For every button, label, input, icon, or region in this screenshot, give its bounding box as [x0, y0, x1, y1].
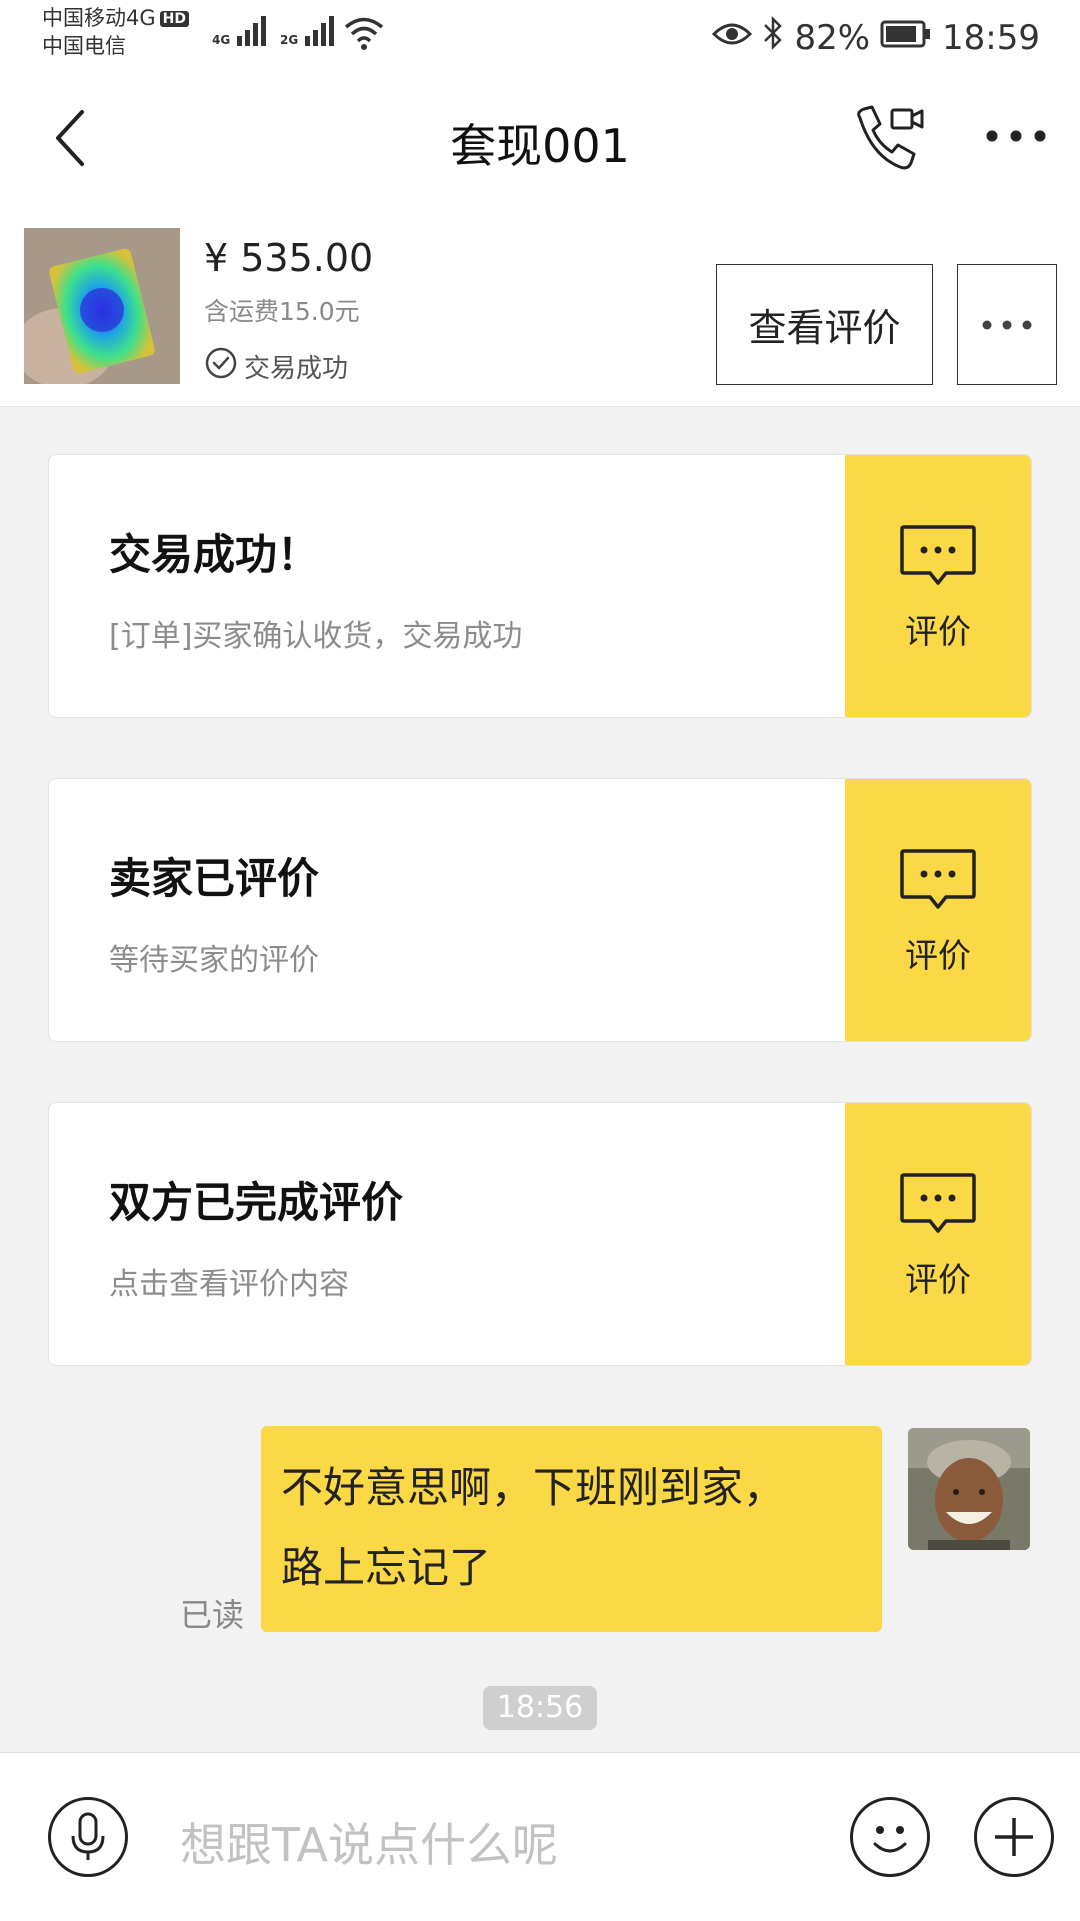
review-action-label: 评价 [905, 936, 971, 975]
chat-bubble-icon [898, 1171, 978, 1241]
card-title: 交易成功！ [109, 530, 320, 579]
review-action-label: 评价 [905, 612, 971, 651]
clock: 18:59 [942, 17, 1040, 58]
product-price: ¥ 535.00 [204, 236, 374, 280]
product-thumbnail[interactable] [24, 228, 180, 384]
eye-icon [712, 18, 753, 58]
wifi-icon [344, 16, 384, 54]
chat-header: 套现001 [0, 80, 1080, 200]
carrier-secondary: 中国电信 [42, 34, 126, 58]
microphone-icon [71, 1812, 105, 1860]
hd-badge: HD [159, 11, 189, 27]
bluetooth-icon [762, 15, 784, 59]
input-bar: 想跟TA说点什么呢 [0, 1752, 1080, 1921]
review-action-button[interactable]: 评价 [845, 455, 1031, 717]
message-line-1: 不好意思啊，下班刚到家， [281, 1463, 786, 1512]
emoji-button[interactable] [850, 1797, 930, 1877]
smiley-icon [873, 1826, 907, 1853]
product-bar: ¥ 535.00 含运费15.0元 交易成功 查看评价 [0, 200, 1080, 407]
add-button[interactable] [974, 1797, 1054, 1877]
card-both-reviewed[interactable]: 双方已完成评价 点击查看评价内容 评价 [48, 1102, 1032, 1366]
review-action-label: 评价 [905, 1260, 971, 1299]
view-reviews-button[interactable]: 查看评价 [716, 264, 933, 385]
status-bar: 中国移动4G HD 中国电信 4G 2G 82% 18:59 [0, 0, 1080, 80]
signal-2g-icon: 2G [280, 14, 339, 48]
battery-percent: 82% [794, 17, 871, 58]
call-icon[interactable] [852, 104, 930, 178]
message-timestamp: 18:56 [483, 1686, 597, 1730]
message-bubble[interactable]: 不好意思啊，下班刚到家， 路上忘记了 [261, 1426, 882, 1632]
check-circle-icon [204, 346, 238, 387]
review-action-button[interactable]: 评价 [845, 779, 1031, 1041]
trade-status-label: 交易成功 [244, 354, 349, 384]
card-subtitle: [订单]买家确认收货，交易成功 [109, 619, 523, 654]
card-subtitle: 点击查看评价内容 [109, 1267, 349, 1302]
product-more-button[interactable] [957, 264, 1057, 385]
carrier-primary: 中国移动4G [42, 6, 156, 30]
avatar[interactable] [908, 1428, 1030, 1550]
card-seller-reviewed[interactable]: 卖家已评价 等待买家的评价 评价 [48, 778, 1032, 1042]
card-title: 卖家已评价 [109, 854, 320, 903]
card-title: 双方已完成评价 [109, 1178, 404, 1227]
trade-status: 交易成功 [204, 346, 348, 387]
card-subtitle: 等待买家的评价 [109, 943, 319, 978]
ellipsis-icon [982, 320, 1032, 329]
message-line-2: 路上忘记了 [281, 1543, 492, 1592]
signal-4g-icon: 4G [212, 14, 271, 48]
plus-icon [995, 1818, 1033, 1856]
card-trade-success[interactable]: 交易成功！ [订单]买家确认收货，交易成功 评价 [48, 454, 1032, 718]
voice-button[interactable] [48, 1797, 128, 1877]
chat-bubble-icon [898, 847, 978, 917]
review-action-button[interactable]: 评价 [845, 1103, 1031, 1365]
chat-bubble-icon [898, 523, 978, 593]
shipping-fee: 含运费15.0元 [204, 297, 360, 326]
message-input[interactable]: 想跟TA说点什么呢 [180, 1809, 558, 1875]
read-receipt: 已读 [180, 1596, 245, 1634]
battery-icon [880, 18, 932, 58]
more-icon[interactable] [984, 124, 1048, 152]
